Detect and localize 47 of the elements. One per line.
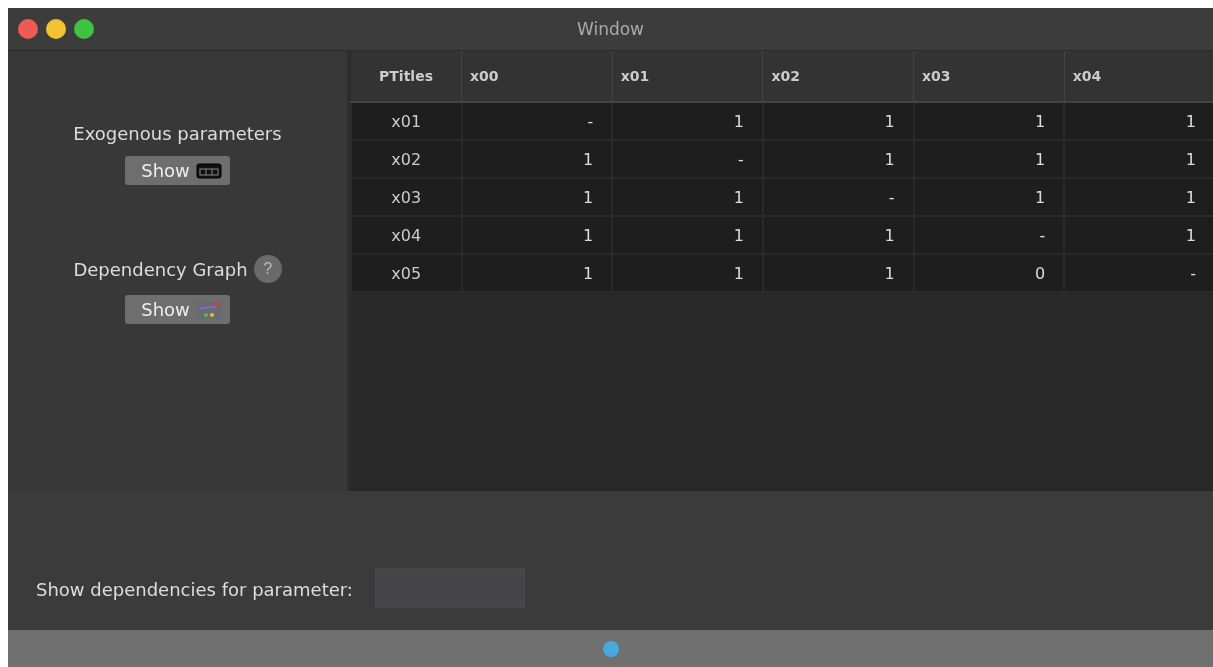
table-cell: 1 bbox=[762, 216, 914, 254]
column-header[interactable]: PTitles bbox=[351, 51, 462, 102]
show-button[interactable]: Show bbox=[125, 156, 230, 185]
table-cell: - bbox=[612, 140, 763, 178]
table-cell: 1 bbox=[762, 254, 914, 292]
table-cell: - bbox=[1064, 254, 1213, 292]
table-cell: 1 bbox=[762, 140, 914, 178]
table-cell: 1 bbox=[461, 254, 613, 292]
table-cell: 1 bbox=[1064, 140, 1213, 178]
zoom-button[interactable] bbox=[74, 19, 94, 39]
column-header[interactable]: x02 bbox=[762, 51, 914, 102]
table-cell: 1 bbox=[1064, 216, 1213, 254]
table-icon bbox=[195, 162, 222, 179]
table-cell: x04 bbox=[351, 216, 462, 254]
table-cell: 1 bbox=[913, 140, 1065, 178]
table-cell: - bbox=[461, 102, 613, 140]
table-cell: 0 bbox=[913, 254, 1065, 292]
table-cell: 1 bbox=[612, 216, 763, 254]
column-header[interactable]: x00 bbox=[461, 51, 613, 102]
table-cell: 1 bbox=[461, 140, 613, 178]
table-cell: 1 bbox=[612, 178, 763, 216]
table-cell: 1 bbox=[913, 178, 1065, 216]
column-header[interactable]: x01 bbox=[612, 51, 763, 102]
table-cell: 1 bbox=[461, 178, 613, 216]
table-cell: 1 bbox=[1064, 102, 1213, 140]
table-cell: x01 bbox=[351, 102, 462, 140]
section-label: Exogenous parameters bbox=[73, 123, 282, 144]
column-header[interactable]: x03 bbox=[913, 51, 1065, 102]
window-title: Window bbox=[577, 19, 644, 39]
table-cell: 1 bbox=[461, 216, 613, 254]
minimize-button[interactable] bbox=[46, 19, 66, 39]
table-cell: - bbox=[762, 178, 914, 216]
table-cell: x02 bbox=[351, 140, 462, 178]
show-button[interactable]: Show bbox=[125, 295, 230, 324]
table-cell: 1 bbox=[1064, 178, 1213, 216]
section-label: Dependency Graph bbox=[73, 258, 248, 280]
table-cell: 1 bbox=[612, 102, 763, 140]
table-cell: - bbox=[913, 216, 1065, 254]
close-button[interactable] bbox=[18, 19, 38, 39]
table-cell: 1 bbox=[913, 102, 1065, 140]
field-label: Show dependencies for parameter: bbox=[36, 579, 353, 602]
table-cell: x03 bbox=[351, 178, 462, 216]
table-cell: x05 bbox=[351, 254, 462, 292]
status-icon bbox=[602, 640, 619, 657]
column-header[interactable]: x04 bbox=[1064, 51, 1213, 102]
table-cell: 1 bbox=[612, 254, 763, 292]
table-cell: 1 bbox=[762, 102, 914, 140]
